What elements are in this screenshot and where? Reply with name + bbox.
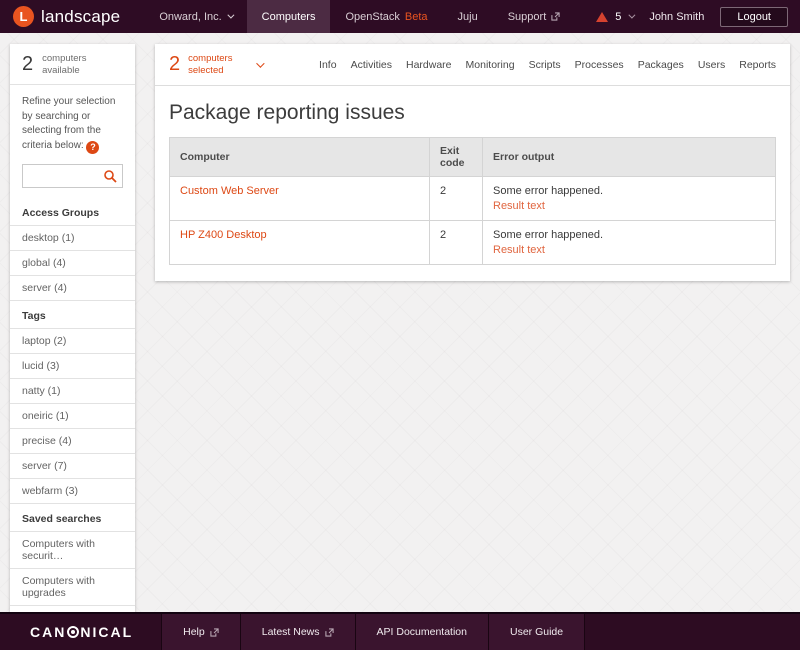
sidebar-item-natty[interactable]: natty (1): [10, 378, 135, 403]
nav-account-menu[interactable]: Onward, Inc.: [144, 0, 246, 33]
computers-available-count: 2 computers available: [10, 44, 135, 85]
error-message: Some error happened.: [493, 229, 603, 241]
sidebar-item-desktop[interactable]: desktop (1): [10, 225, 135, 250]
column-exit-code: Exit code: [430, 138, 483, 177]
sidebar-item-server-group[interactable]: server (4): [10, 275, 135, 300]
main-content: Package reporting issues Computer Exit c…: [155, 86, 790, 281]
selection-bar: 2 computers selected Info Activities Har…: [155, 44, 790, 86]
tab-processes[interactable]: Processes: [575, 59, 624, 71]
computer-link[interactable]: HP Z400 Desktop: [180, 229, 267, 241]
footer-links: Help Latest News API Documentation User …: [161, 614, 585, 650]
header-right-area: 5 John Smith Logout: [596, 0, 788, 33]
external-link-icon: [551, 12, 560, 21]
table-row: HP Z400 Desktop 2 Some error happened. R…: [170, 221, 776, 265]
sidebar-item-precise[interactable]: precise (4): [10, 428, 135, 453]
logout-button[interactable]: Logout: [720, 7, 788, 27]
result-text-link[interactable]: Result text: [493, 200, 545, 212]
exit-code-value: 2: [430, 177, 483, 221]
error-message: Some error happened.: [493, 185, 603, 197]
landscape-logo-text: landscape: [41, 7, 120, 27]
notification-alerts[interactable]: 5: [596, 11, 633, 23]
main-panel: 2 computers selected Info Activities Har…: [155, 44, 790, 281]
tab-reports[interactable]: Reports: [739, 59, 776, 71]
footer-link-latest-news[interactable]: Latest News: [240, 614, 355, 650]
canonical-logo: CANNICAL: [30, 614, 133, 650]
section-saved-searches: Saved searches: [10, 503, 135, 531]
tab-activities[interactable]: Activities: [351, 59, 392, 71]
nav-juju[interactable]: Juju: [443, 0, 493, 33]
search-box: [22, 164, 123, 188]
filter-sidebar: 2 computers available Refine your select…: [10, 44, 135, 639]
table-header-row: Computer Exit code Error output: [170, 138, 776, 177]
alert-triangle-icon: [596, 12, 608, 22]
footer-link-help[interactable]: Help: [161, 614, 240, 650]
saved-search-upgrades[interactable]: Computers with upgrades: [10, 568, 135, 605]
nav-computers[interactable]: Computers: [247, 0, 331, 33]
section-tags: Tags: [10, 300, 135, 328]
exit-code-value: 2: [430, 221, 483, 265]
computer-link[interactable]: Custom Web Server: [180, 185, 279, 197]
chevron-down-icon: [227, 12, 234, 19]
footer-bar: CANNICAL Help Latest News API Documentat…: [0, 612, 800, 650]
footer-link-user-guide[interactable]: User Guide: [488, 614, 585, 650]
chevron-down-icon: [629, 12, 636, 19]
sidebar-item-laptop[interactable]: laptop (2): [10, 328, 135, 353]
tab-monitoring[interactable]: Monitoring: [466, 59, 515, 71]
computer-tabs: Info Activities Hardware Monitoring Scri…: [319, 59, 776, 71]
canonical-o-icon: [67, 626, 79, 638]
beta-badge: Beta: [405, 11, 428, 23]
sidebar-item-oneiric[interactable]: oneiric (1): [10, 403, 135, 428]
external-link-icon: [210, 628, 219, 637]
search-icon[interactable]: [103, 169, 117, 183]
landscape-logo[interactable]: L landscape: [13, 0, 120, 33]
selection-dropdown-chevron-icon[interactable]: [257, 59, 265, 67]
alert-count: 5: [615, 11, 621, 23]
column-error-output: Error output: [483, 138, 776, 177]
sidebar-item-global[interactable]: global (4): [10, 250, 135, 275]
saved-search-security[interactable]: Computers with securit…: [10, 531, 135, 568]
sidebar-item-server-tag[interactable]: server (7): [10, 453, 135, 478]
column-computer: Computer: [170, 138, 430, 177]
top-header-bar: L landscape Onward, Inc. Computers OpenS…: [0, 0, 800, 33]
user-name: John Smith: [649, 11, 704, 23]
external-link-icon: [325, 628, 334, 637]
refine-help-text: Refine your selection by searching or se…: [10, 85, 135, 158]
landscape-logo-icon: L: [13, 6, 34, 27]
help-icon[interactable]: ?: [86, 141, 99, 154]
tab-packages[interactable]: Packages: [638, 59, 684, 71]
result-text-link[interactable]: Result text: [493, 244, 545, 256]
tab-hardware[interactable]: Hardware: [406, 59, 452, 71]
sidebar-item-lucid[interactable]: lucid (3): [10, 353, 135, 378]
tab-scripts[interactable]: Scripts: [529, 59, 561, 71]
section-access-groups: Access Groups: [10, 198, 135, 225]
tab-info[interactable]: Info: [319, 59, 337, 71]
footer-link-api-documentation[interactable]: API Documentation: [355, 614, 488, 650]
nav-openstack[interactable]: OpenStack Beta: [330, 0, 442, 33]
package-issues-table: Computer Exit code Error output Custom W…: [169, 137, 776, 265]
table-row: Custom Web Server 2 Some error happened.…: [170, 177, 776, 221]
main-nav: Onward, Inc. Computers OpenStack Beta Ju…: [144, 0, 575, 33]
sidebar-item-webfarm[interactable]: webfarm (3): [10, 478, 135, 503]
nav-support[interactable]: Support: [493, 0, 576, 33]
selected-count-label[interactable]: computers selected: [188, 53, 232, 76]
page-title: Package reporting issues: [169, 101, 776, 125]
tab-users[interactable]: Users: [698, 59, 725, 71]
selected-count[interactable]: 2: [169, 53, 180, 76]
